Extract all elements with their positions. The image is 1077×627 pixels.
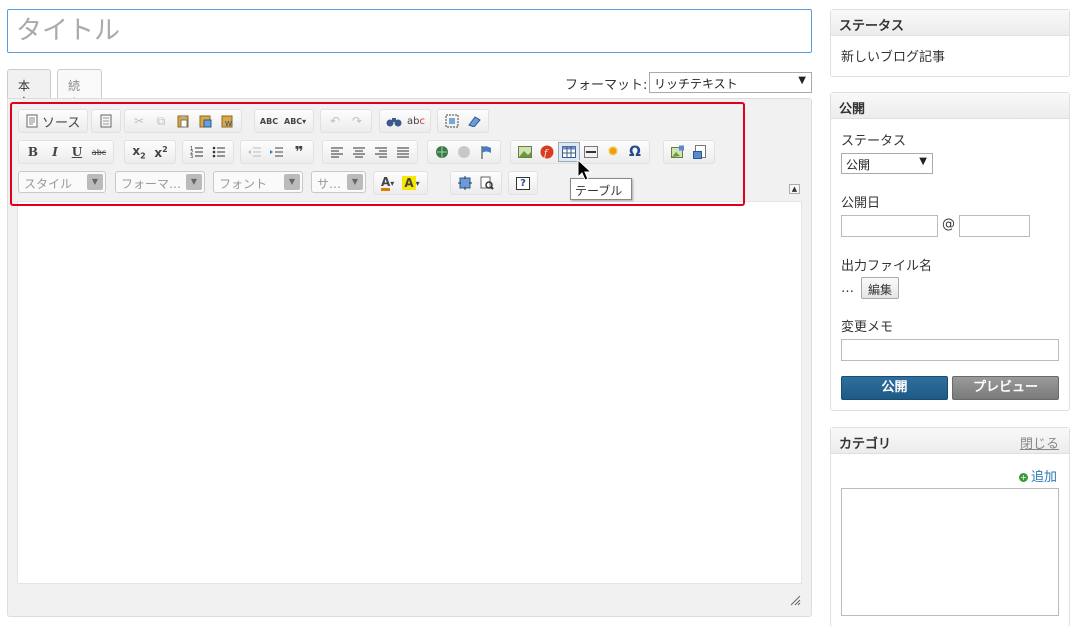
collapse-toolbar-icon[interactable]: ▲ <box>789 184 800 194</box>
category-panel-header: カテゴリ 閉じる <box>831 428 1069 454</box>
mouse-cursor-icon <box>577 158 595 187</box>
publish-button[interactable]: 公開 <box>841 376 948 400</box>
output-filename-label: 出力ファイル名 <box>841 259 933 274</box>
title-input[interactable] <box>7 9 812 53</box>
status-select-value: 公開 <box>846 158 871 172</box>
change-memo-label: 変更メモ <box>841 320 894 335</box>
tab-body[interactable]: 本文 <box>7 69 51 110</box>
status-select[interactable]: 公開 ▼ <box>841 153 933 174</box>
chevron-down-icon: ▼ <box>798 75 806 86</box>
publish-time-input[interactable] <box>959 215 1030 237</box>
status-value: 新しいブログ記事 <box>841 50 946 65</box>
add-category-link[interactable]: + 追加 <box>1018 466 1057 485</box>
preview-button[interactable]: プレビュー <box>952 376 1059 400</box>
change-memo-input[interactable] <box>841 339 1059 361</box>
add-category-label: 追加 <box>1030 470 1057 485</box>
publish-date-label: 公開日 <box>841 196 881 211</box>
status-panel-heading: ステータス <box>831 10 1069 36</box>
chevron-down-icon: ▼ <box>919 156 927 167</box>
resize-grip-icon[interactable] <box>789 594 801 606</box>
output-filename-value: … <box>841 281 854 296</box>
format-select-value: リッチテキスト <box>654 77 738 91</box>
publish-panel-heading: 公開 <box>831 93 1069 119</box>
publish-panel: 公開 ステータス 公開 ▼ 公開日 @ 出力ファイル名 … 編集 変更メモ 公開… <box>830 92 1070 411</box>
status-panel: ステータス 新しいブログ記事 <box>830 9 1070 77</box>
category-list[interactable] <box>841 488 1059 616</box>
add-icon: + <box>1018 473 1028 482</box>
close-category-link[interactable]: 閉じる <box>1020 433 1059 452</box>
format-select[interactable]: リッチテキスト ▼ <box>649 72 812 93</box>
category-panel: カテゴリ 閉じる + 追加 <box>830 427 1070 627</box>
status-label: ステータス <box>841 134 907 149</box>
at-sign: @ <box>942 217 955 232</box>
toolbar-highlight-box <box>10 102 745 206</box>
tab-more[interactable]: 続き <box>57 69 102 110</box>
category-panel-heading: カテゴリ <box>839 437 892 452</box>
edit-filename-button[interactable]: 編集 <box>861 277 900 299</box>
format-label: フォーマット: <box>565 78 648 93</box>
publish-date-input[interactable] <box>841 215 938 237</box>
editor-content-area[interactable] <box>17 201 802 584</box>
